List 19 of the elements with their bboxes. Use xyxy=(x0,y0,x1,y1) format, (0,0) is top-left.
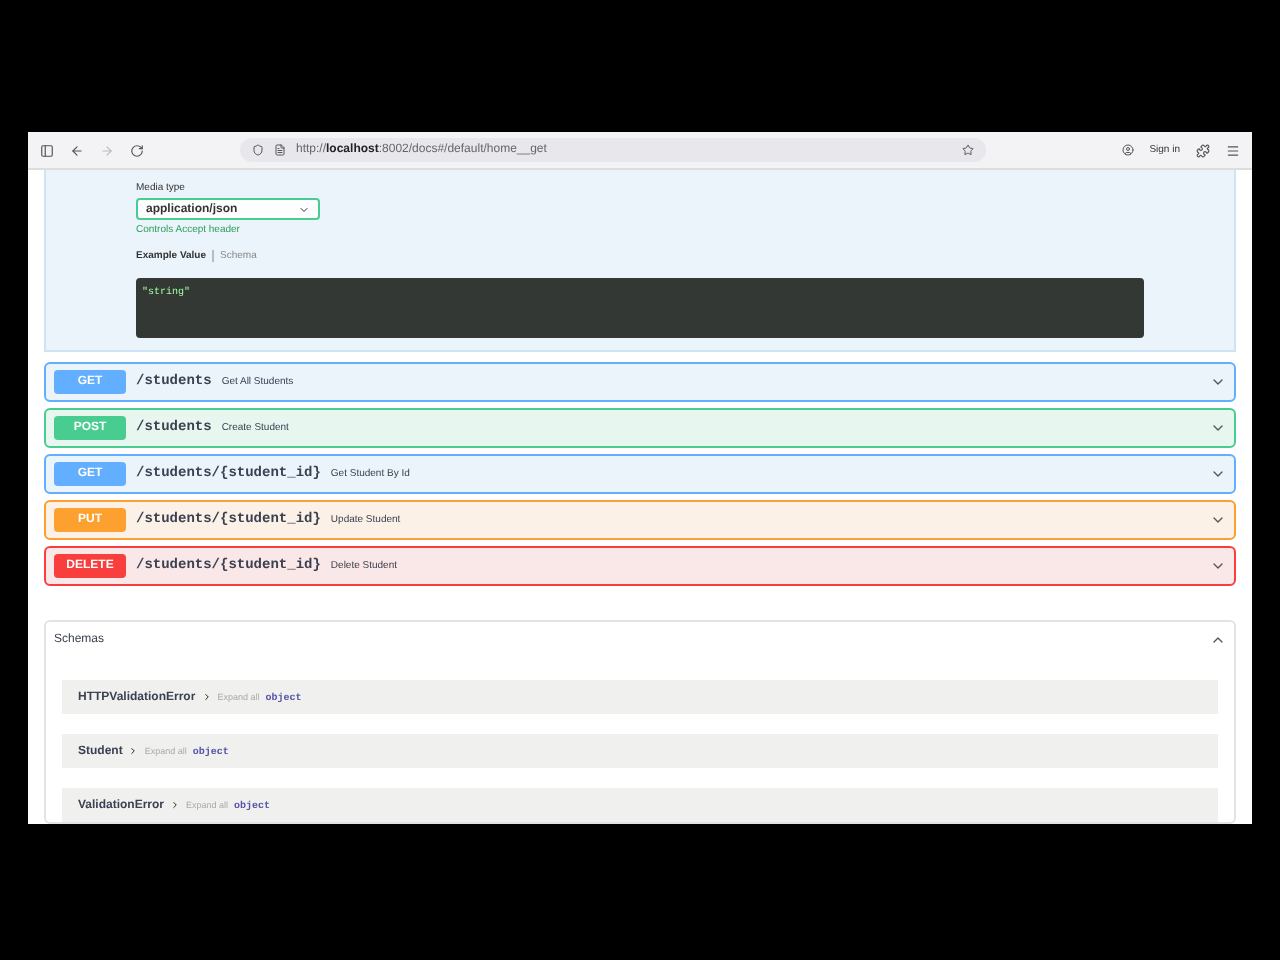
extensions-icon[interactable] xyxy=(1196,143,1210,157)
reload-icon[interactable] xyxy=(130,143,144,157)
chevron-icon[interactable] xyxy=(1210,558,1226,574)
back-icon[interactable] xyxy=(70,143,84,157)
page-icon xyxy=(274,144,286,156)
chevron-icon[interactable] xyxy=(1210,632,1226,648)
chevron-icon xyxy=(201,692,212,702)
account-icon[interactable] xyxy=(1121,144,1134,156)
chevron-icon[interactable] xyxy=(1210,512,1226,528)
shield-icon xyxy=(252,144,264,156)
chevron-icon xyxy=(170,800,181,810)
chevron-icon[interactable] xyxy=(1210,420,1226,436)
chevron-icon[interactable] xyxy=(1210,466,1226,482)
caret-icon xyxy=(298,203,310,215)
sidebar-icon[interactable] xyxy=(40,143,54,157)
bookmark-icon[interactable] xyxy=(961,144,974,156)
chevron-icon xyxy=(128,746,139,756)
menu-icon[interactable] xyxy=(1226,143,1240,157)
chevron-icon[interactable] xyxy=(1210,374,1226,390)
